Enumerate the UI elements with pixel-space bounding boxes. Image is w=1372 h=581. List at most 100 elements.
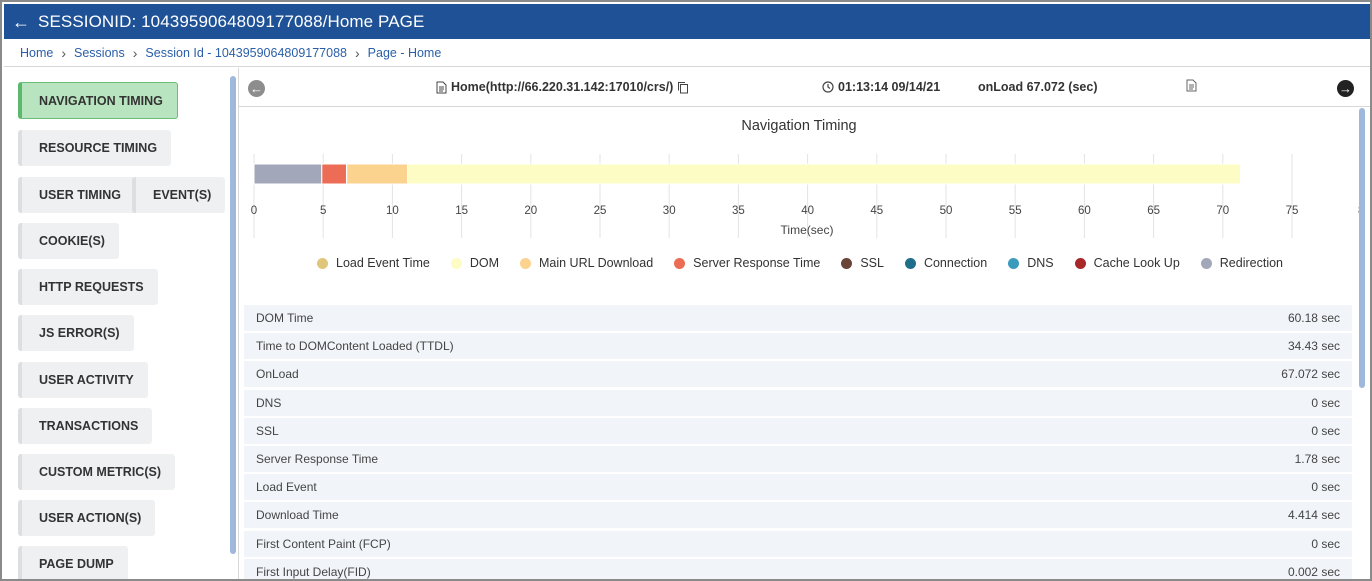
legend-item[interactable]: Connection — [904, 256, 987, 270]
metric-value: 0 sec — [1311, 480, 1340, 495]
breadcrumb-page[interactable]: Page - Home — [368, 46, 442, 60]
metric-row: DNS 0 sec — [244, 389, 1352, 416]
sidebar-item-page-dump[interactable]: PAGE DUMP — [18, 546, 128, 579]
x-tick-label: 60 — [1078, 205, 1091, 217]
metric-row: OnLoad 67.072 sec — [244, 361, 1352, 388]
sidebar-item-http-requests[interactable]: HTTP REQUESTS — [18, 269, 158, 305]
legend-label: Main URL Download — [538, 256, 654, 270]
metric-label: First Input Delay(FID) — [256, 564, 371, 579]
legend-item[interactable]: DNS — [1008, 256, 1054, 270]
legend-label: Server Response Time — [693, 256, 821, 270]
legend-color-dot — [1200, 257, 1212, 269]
sidebar-item-user-actions[interactable]: USER ACTION(S) — [18, 500, 156, 536]
x-tick-label: 0 — [251, 205, 257, 217]
chart-title: Navigation Timing — [741, 118, 857, 134]
metric-value: 60.18 sec — [1287, 311, 1340, 325]
x-tick-label: 70 — [1216, 205, 1229, 217]
onload-time: onLoad 67.072 (sec) — [978, 80, 1098, 94]
sidebar-item-user-timing[interactable]: USER TIMING — [18, 177, 135, 213]
legend-label: Redirection — [1219, 256, 1284, 270]
legend-color-dot — [317, 257, 328, 269]
sidebar-item-resource-timing[interactable]: RESOURCE TIMING — [18, 130, 172, 166]
x-tick-label: 5 — [320, 205, 326, 217]
legend-label: SSL — [860, 256, 884, 270]
x-tick-label: 30 — [663, 205, 676, 217]
bar-segment-main-url-download[interactable] — [346, 163, 409, 185]
sidebar-item-navigation-timing[interactable]: NAVIGATION TIMING — [18, 82, 178, 119]
x-tick-label: 15 — [455, 205, 468, 217]
next-page-button[interactable]: → — [1337, 80, 1354, 97]
sidebar-scrollbar[interactable] — [230, 76, 236, 554]
sidebar-item-user-activity[interactable]: USER ACTIVITY — [18, 362, 148, 398]
legend-label: Cache Look Up — [1093, 256, 1180, 270]
x-tick-label: 55 — [1009, 205, 1022, 217]
legend-item[interactable]: Redirection — [1200, 256, 1284, 270]
legend-label: DOM — [469, 256, 499, 270]
page-toolbar: ← Home(http://66.220.31.142:17010/crs/) … — [239, 68, 1370, 107]
x-tick-label: 45 — [870, 205, 883, 217]
metric-label: DNS — [256, 395, 282, 410]
sidebar-item-cookies[interactable]: COOKIE(S) — [18, 223, 119, 259]
legend-item[interactable]: Load Event Time — [317, 256, 430, 270]
x-tick-label: 75 — [1286, 205, 1299, 217]
metric-value: 0 sec — [1311, 423, 1340, 438]
metric-value: 34.43 sec — [1287, 339, 1340, 354]
legend-color-dot — [904, 257, 916, 269]
bar-segment-server-response-time[interactable] — [321, 163, 347, 185]
chevron-right-icon: › — [132, 44, 138, 61]
legend-item[interactable]: Cache Look Up — [1074, 256, 1180, 270]
page-url: Home(http://66.220.31.142:17010/crs/) — [451, 80, 674, 94]
main-content: ← Home(http://66.220.31.142:17010/crs/) … — [238, 68, 1370, 579]
legend-label: DNS — [1027, 256, 1054, 270]
bar-segment-dom[interactable] — [407, 163, 1242, 185]
breadcrumb-home[interactable]: Home — [20, 46, 53, 60]
metric-value: 0 sec — [1311, 395, 1340, 410]
chart-legend: Load Event Time DOM Main URL Download Serve… — [317, 256, 1304, 270]
x-tick-label: 65 — [1147, 205, 1160, 217]
metric-label: SSL — [256, 423, 279, 438]
sidebar-item-events[interactable]: EVENT(S) — [132, 177, 226, 213]
legend-item[interactable]: SSL — [841, 256, 884, 270]
timestamp-display: 01:13:14 09/14/21 — [822, 80, 940, 94]
metric-row: Download Time 4.414 sec — [244, 502, 1352, 529]
breadcrumb: Home › Sessions › Session Id - 104395906… — [4, 39, 1370, 67]
metric-value: 4.414 sec — [1287, 508, 1340, 523]
title-bar: ← SESSIONID: 1043959064809177088/Home PA… — [4, 4, 1370, 39]
page-dump-icon[interactable] — [1186, 79, 1197, 95]
document-icon — [436, 81, 447, 93]
x-tick-label: 40 — [801, 205, 814, 217]
metric-row: Server Response Time 1.78 sec — [244, 445, 1352, 472]
breadcrumb-sessions[interactable]: Sessions — [74, 46, 125, 60]
legend-color-dot — [1074, 257, 1086, 269]
metric-value: 67.072 sec — [1281, 367, 1340, 382]
sidebar-item-js-errors[interactable]: JS ERROR(S) — [18, 315, 134, 351]
legend-item[interactable]: Server Response Time — [674, 256, 820, 270]
metric-label: Download Time — [256, 508, 339, 523]
window-frame: ← SESSIONID: 1043959064809177088/Home PA… — [0, 0, 1372, 581]
x-tick-label: 35 — [732, 205, 745, 217]
bar-segment-redirection[interactable] — [253, 163, 323, 185]
legend-item[interactable]: Main URL Download — [519, 256, 654, 270]
chevron-right-icon: › — [354, 44, 360, 61]
sidebar-item-custom-metrics[interactable]: CUSTOM METRIC(S) — [18, 454, 175, 490]
navigation-timing-chart: Navigation Timing 0 5 10 15 20 25 30 35 40 45 50 55… — [239, 108, 1359, 303]
content-scrollbar[interactable] — [1359, 108, 1365, 388]
back-arrow-icon[interactable]: ← — [12, 13, 30, 31]
metric-label: Time to DOMContent Loaded (TTDL) — [256, 339, 454, 354]
sidebar-item-transactions[interactable]: TRANSACTIONS — [18, 408, 153, 444]
previous-page-button[interactable]: ← — [248, 80, 265, 97]
legend-label: Load Event Time — [336, 256, 430, 270]
copy-icon[interactable] — [677, 81, 689, 94]
metric-value: 1.78 sec — [1294, 451, 1340, 466]
legend-item[interactable]: DOM — [450, 256, 499, 270]
metric-row: Time to DOMContent Loaded (TTDL) 34.43 se… — [244, 333, 1352, 360]
metrics-table: DOM Time 60.18 sec Time to DOMContent Load… — [244, 305, 1352, 579]
metric-label: Load Event — [256, 480, 317, 495]
metric-row: DOM Time 60.18 sec — [244, 305, 1352, 331]
x-tick-label: 25 — [594, 205, 607, 217]
metric-value: 0.002 sec — [1287, 564, 1340, 579]
metric-row: Load Event 0 sec — [244, 474, 1352, 501]
sidebar: NAVIGATION TIMING RESOURCE TIMING USER T… — [4, 68, 236, 579]
clock-icon — [822, 81, 834, 93]
breadcrumb-session-id[interactable]: Session Id - 1043959064809177088 — [145, 46, 347, 60]
